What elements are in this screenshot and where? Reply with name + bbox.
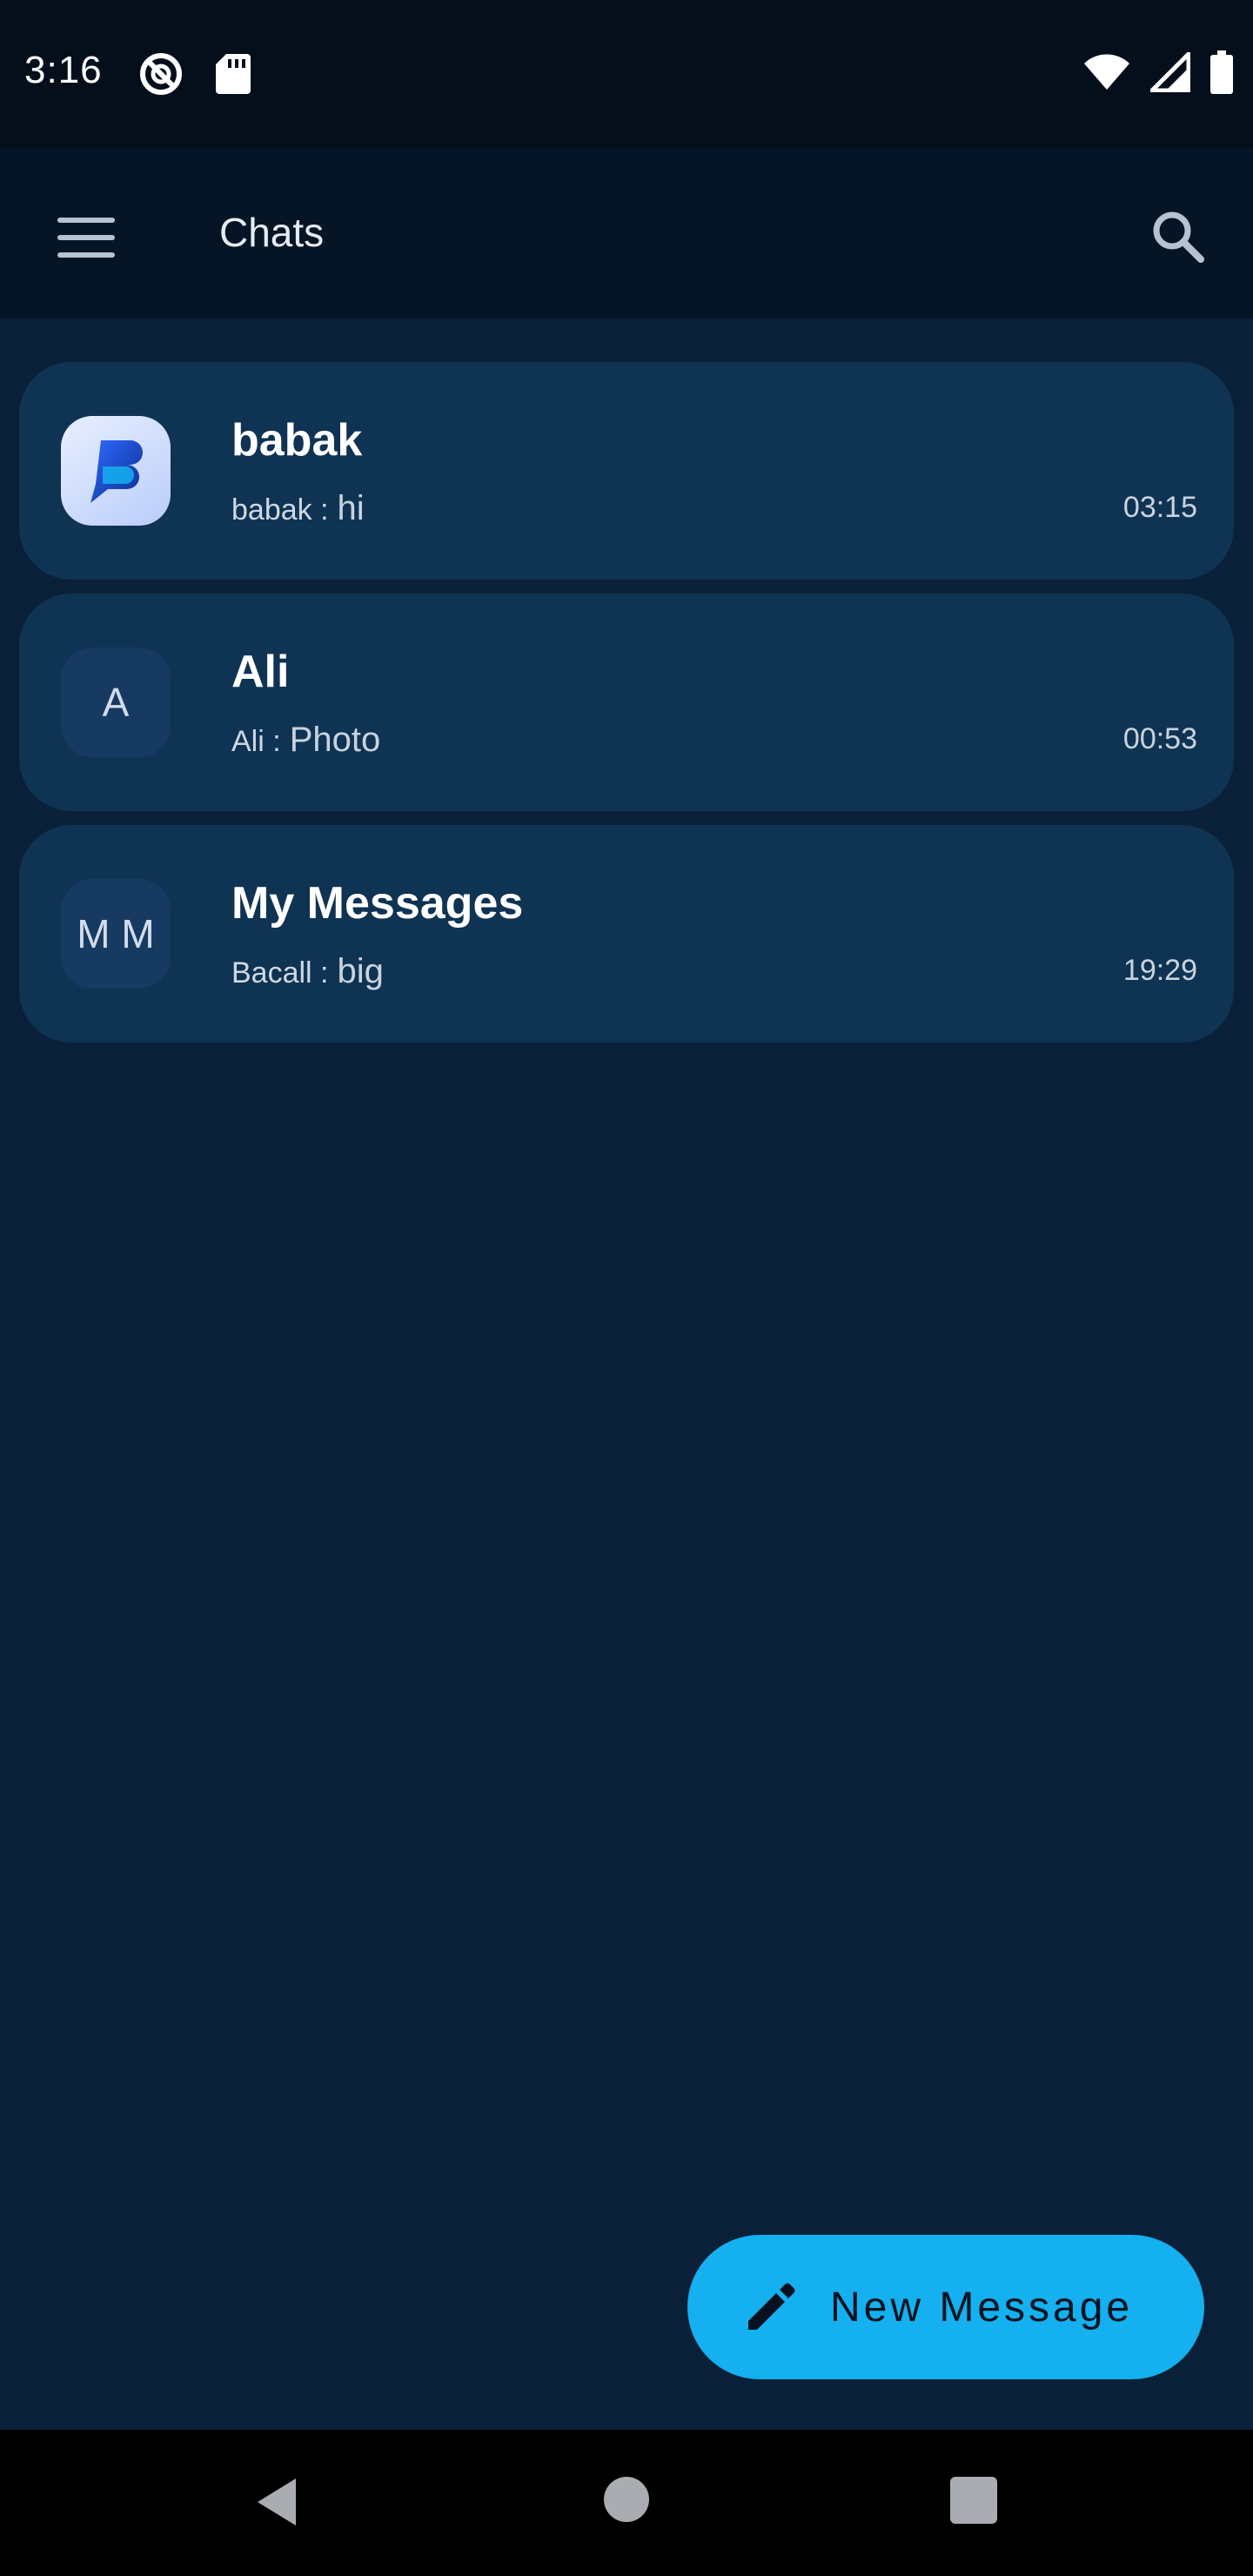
wifi-icon: [1084, 54, 1129, 90]
chat-preview: babak : hi: [231, 489, 365, 528]
back-icon[interactable]: [251, 2473, 308, 2531]
message-sender: Bacall :: [231, 956, 329, 989]
status-right-icons: [1082, 50, 1234, 94]
chat-name: My Messages: [231, 878, 524, 929]
search-icon: [1153, 211, 1204, 263]
sd-card-icon: [216, 54, 251, 94]
message-sender: Ali :: [231, 725, 281, 758]
message-text: Photo: [289, 721, 381, 759]
page-title: Chats: [219, 210, 325, 255]
app-logo-icon: [90, 440, 143, 503]
chat-preview: Ali : Photo: [231, 721, 380, 760]
chat-name: babak: [231, 415, 363, 466]
avatar: M M: [61, 879, 171, 989]
message-time: 03:15: [1122, 491, 1197, 524]
hamburger-menu-icon: [57, 218, 115, 258]
status-time: 3:16: [24, 49, 103, 91]
search-button[interactable]: [1140, 198, 1218, 277]
cell-signal-icon: [1150, 52, 1190, 92]
message-time: 00:53: [1122, 722, 1197, 755]
chat-name: Ali: [231, 647, 290, 697]
message-sender: babak :: [231, 493, 329, 527]
chat-item-my-messages[interactable]: M M My Messages Bacall : big 19:29: [19, 825, 1234, 1043]
message-time: 19:29: [1122, 954, 1197, 987]
status-left-icons: [137, 50, 252, 97]
pencil-icon: [748, 2283, 795, 2330]
chat-item-babak[interactable]: babak babak : hi 03:15: [19, 362, 1234, 580]
status-bar: 3:16: [0, 0, 1253, 148]
new-message-label: New Message: [830, 2284, 1134, 2331]
app-bar: Chats: [0, 148, 1253, 319]
recents-icon[interactable]: [950, 2477, 997, 2524]
new-message-button[interactable]: New Message: [687, 2235, 1204, 2379]
menu-button[interactable]: [45, 198, 124, 277]
avatar: [61, 416, 171, 526]
chat-preview: Bacall : big: [231, 952, 384, 991]
message-text: hi: [337, 489, 365, 527]
system-nav-bar: [0, 2430, 1253, 2576]
chat-list: babak babak : hi 03:15 A Ali Ali : Photo…: [19, 362, 1234, 1057]
chat-item-ali[interactable]: A Ali Ali : Photo 00:53: [19, 594, 1234, 811]
message-text: big: [337, 952, 384, 990]
vpn-key-icon: [140, 53, 182, 95]
home-icon[interactable]: [604, 2477, 649, 2522]
battery-icon: [1210, 50, 1233, 94]
avatar: A: [61, 647, 171, 757]
